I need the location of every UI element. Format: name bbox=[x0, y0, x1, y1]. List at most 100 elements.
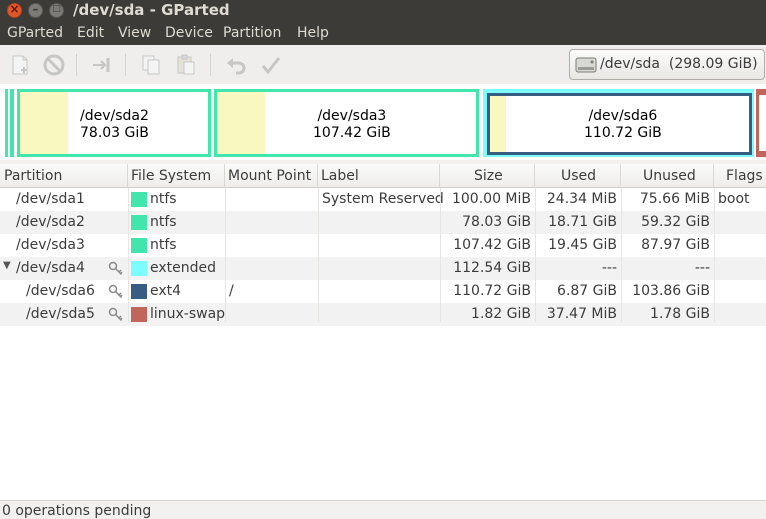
table-row[interactable]: /dev/sda3 ntfs 107.42 GiB 19.45 GiB 87.97 Gi… bbox=[0, 234, 766, 257]
cell-partition: /dev/sda4 bbox=[16, 260, 85, 276]
cell-flags: boot bbox=[718, 191, 750, 207]
device-selector[interactable]: /dev/sda (298.09 GiB) bbox=[569, 49, 765, 80]
menu-view[interactable]: View bbox=[118, 25, 151, 41]
toolbar: /dev/sda (298.09 GiB) bbox=[0, 45, 766, 84]
device-name: /dev/sda bbox=[600, 56, 660, 72]
cell-unused: 75.66 MiB bbox=[639, 191, 710, 207]
sda1-strip[interactable] bbox=[5, 89, 8, 157]
cell-used: 37.47 MiB bbox=[546, 306, 617, 322]
minimize-window-button[interactable]: – bbox=[28, 2, 43, 18]
lock-key-icon bbox=[108, 284, 123, 299]
cell-partition: /dev/sda6 bbox=[26, 283, 95, 299]
device-size: (298.09 GiB) bbox=[668, 56, 758, 72]
column-gridline bbox=[225, 188, 226, 322]
status-bar: 0 operations pending bbox=[0, 500, 766, 519]
cell-unused: 1.78 GiB bbox=[650, 306, 710, 322]
cell-unused: --- bbox=[694, 260, 710, 276]
cell-used: 6.87 GiB bbox=[557, 283, 617, 299]
table-row[interactable]: /dev/sda2 ntfs 78.03 GiB 18.71 GiB 59.32 GiB bbox=[0, 211, 766, 234]
toolbar-separator bbox=[210, 54, 211, 76]
maximize-icon: □ bbox=[52, 4, 61, 14]
cell-size: 78.03 GiB bbox=[462, 214, 531, 230]
column-filesystem[interactable]: File System bbox=[128, 164, 225, 188]
cell-fs: linux-swap bbox=[150, 306, 226, 322]
close-window-button[interactable]: × bbox=[7, 2, 22, 18]
cell-mount: / bbox=[229, 283, 234, 299]
menu-device[interactable]: Device bbox=[165, 25, 213, 41]
cell-partition: /dev/sda3 bbox=[16, 237, 85, 253]
column-gridline bbox=[128, 188, 129, 322]
copy-icon[interactable] bbox=[139, 53, 163, 77]
menu-gparted[interactable]: GParted bbox=[7, 25, 63, 41]
cell-fs: ext4 bbox=[150, 283, 182, 299]
used-fill bbox=[20, 92, 68, 154]
partition-block-label: /dev/sda2 78.03 GiB bbox=[80, 108, 149, 141]
menu-edit[interactable]: Edit bbox=[77, 25, 104, 41]
swap-partition-inner bbox=[759, 95, 766, 151]
status-text: 0 operations pending bbox=[2, 503, 152, 519]
column-label[interactable]: Label bbox=[318, 164, 440, 188]
window-title: /dev/sda - GParted bbox=[73, 1, 230, 19]
toolbar-separator bbox=[125, 54, 126, 76]
cell-label: System Reserved bbox=[322, 191, 444, 207]
cell-fs: ntfs bbox=[150, 237, 177, 253]
sda1-strip-inner bbox=[10, 89, 14, 157]
column-flags[interactable]: Flags bbox=[714, 164, 766, 188]
table-row[interactable]: /dev/sda6 ext4 / 110.72 GiB 6.87 GiB 103.86 G… bbox=[0, 280, 766, 303]
lock-key-icon bbox=[108, 307, 123, 322]
column-mountpoint[interactable]: Mount Point bbox=[225, 164, 318, 188]
cell-size: 110.72 GiB bbox=[453, 283, 531, 299]
menu-help[interactable]: Help bbox=[297, 25, 329, 41]
filesystem-color-swatch bbox=[131, 215, 147, 230]
cell-used: 24.34 MiB bbox=[546, 191, 617, 207]
new-icon[interactable] bbox=[8, 53, 32, 77]
column-size[interactable]: Size bbox=[440, 164, 535, 188]
cell-fs: extended bbox=[150, 260, 217, 276]
column-unused[interactable]: Unused bbox=[621, 164, 714, 188]
cell-size: 100.00 MiB bbox=[451, 191, 531, 207]
cell-unused: 87.97 GiB bbox=[641, 237, 710, 253]
sda3-block[interactable]: /dev/sda3 107.42 GiB bbox=[214, 89, 479, 157]
table-row[interactable]: ▼ /dev/sda4 extended 112.54 GiB --- --- bbox=[0, 257, 766, 280]
title-bar: × – □ /dev/sda - GParted bbox=[0, 0, 766, 22]
cell-size: 1.82 GiB bbox=[471, 306, 531, 322]
column-partition[interactable]: Partition bbox=[0, 164, 128, 188]
column-gridline bbox=[318, 188, 319, 322]
close-icon: × bbox=[9, 2, 20, 16]
menu-partition[interactable]: Partition bbox=[223, 25, 281, 41]
column-gridline bbox=[621, 188, 622, 322]
maximize-window-button[interactable]: □ bbox=[49, 3, 64, 18]
column-gridline bbox=[535, 188, 536, 322]
table-row[interactable]: /dev/sda1 ntfs System Reserved 100.00 MiB 24… bbox=[0, 188, 766, 211]
cell-partition: /dev/sda1 bbox=[16, 191, 85, 207]
menu-bar: GParted Edit View Device Partition Help bbox=[0, 22, 766, 45]
filesystem-color-swatch bbox=[131, 238, 147, 253]
sda6-block[interactable]: /dev/sda6 110.72 GiB bbox=[487, 93, 752, 155]
lock-key-icon bbox=[108, 261, 123, 276]
partition-block-label: /dev/sda6 110.72 GiB bbox=[584, 108, 662, 141]
expander-arrow-icon[interactable]: ▼ bbox=[3, 260, 11, 271]
table-row[interactable]: /dev/sda5 linux-swap 1.82 GiB 37.47 MiB 1.78… bbox=[0, 303, 766, 326]
cell-partition: /dev/sda2 bbox=[16, 214, 85, 230]
filesystem-color-swatch bbox=[131, 307, 147, 322]
apply-icon[interactable] bbox=[259, 53, 283, 77]
paste-icon[interactable] bbox=[174, 53, 198, 77]
filesystem-color-swatch bbox=[131, 261, 147, 276]
column-gridline bbox=[440, 188, 441, 322]
delete-icon[interactable] bbox=[42, 53, 66, 77]
partition-table: Partition File System Mount Point Label … bbox=[0, 164, 766, 500]
cell-unused: 59.32 GiB bbox=[641, 214, 710, 230]
cell-fs: ntfs bbox=[150, 214, 177, 230]
resize-move-icon[interactable] bbox=[90, 53, 114, 77]
sda2-block[interactable]: /dev/sda2 78.03 GiB bbox=[17, 89, 211, 157]
cell-used: --- bbox=[601, 260, 617, 276]
minimize-icon: – bbox=[32, 2, 39, 16]
partition-block-label: /dev/sda3 107.42 GiB bbox=[313, 108, 391, 141]
cell-unused: 103.86 GiB bbox=[632, 283, 710, 299]
cell-used: 19.45 GiB bbox=[548, 237, 617, 253]
undo-icon[interactable] bbox=[224, 53, 248, 77]
cell-partition: /dev/sda5 bbox=[26, 306, 95, 322]
column-used[interactable]: Used bbox=[535, 164, 621, 188]
cell-used: 18.71 GiB bbox=[548, 214, 617, 230]
cell-size: 112.54 GiB bbox=[453, 260, 531, 276]
